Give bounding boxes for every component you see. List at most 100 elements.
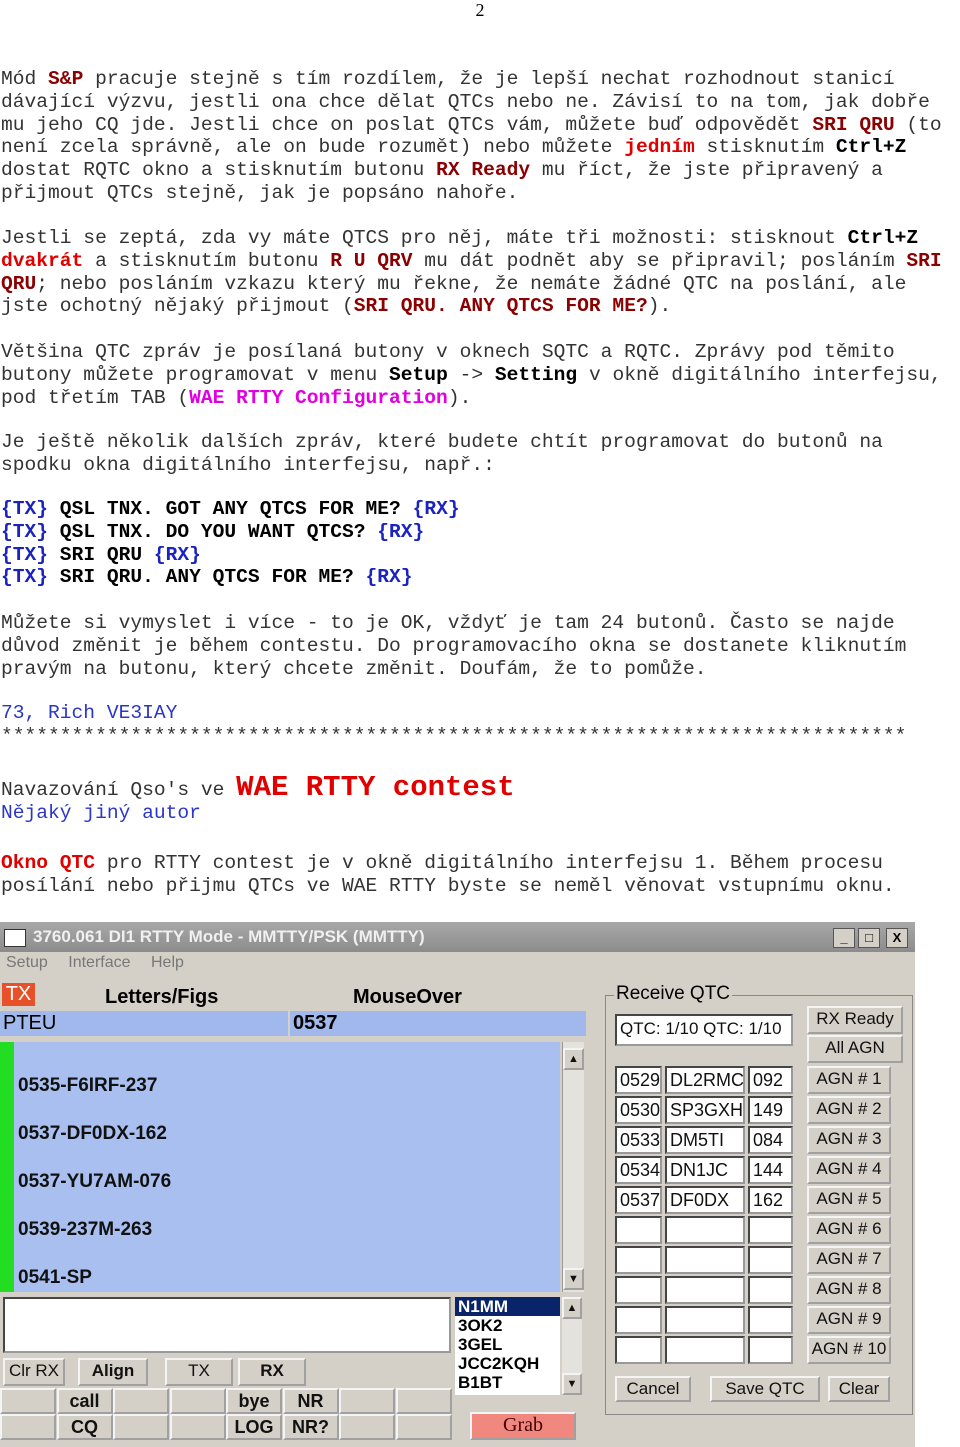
callsign-list[interactable]: N1MM 3OK2 3GEL JCC2KQH B1BT (455, 1297, 560, 1395)
menu-help[interactable]: Help (151, 954, 184, 971)
qtc-nr-field[interactable]: 092 (748, 1066, 793, 1094)
macro-button[interactable] (169, 1414, 226, 1440)
macro-button[interactable]: NR (282, 1388, 339, 1414)
qtc-nr-field[interactable]: 162 (748, 1186, 793, 1214)
macro-button[interactable] (169, 1388, 226, 1414)
rx-ready-button[interactable]: RX Ready (807, 1006, 903, 1034)
text-segment: Většina QTC zpráv je posílaná butony v o… (1, 341, 895, 363)
agn-button[interactable]: AGN # 8 (807, 1276, 891, 1304)
agn-button[interactable]: AGN # 3 (807, 1126, 891, 1154)
rx-line: 0539-237M-263 (18, 1219, 153, 1240)
macro-button[interactable] (339, 1414, 395, 1440)
qtc-time-field[interactable] (615, 1246, 662, 1274)
qtc-call-field[interactable] (665, 1276, 745, 1304)
qtc-time-field[interactable]: 0529 (615, 1066, 662, 1094)
rx-scrollbar[interactable]: ▲ ▼ (562, 1042, 584, 1292)
agn-button[interactable]: AGN # 7 (807, 1246, 891, 1274)
scroll-down-icon[interactable]: ▼ (562, 1373, 582, 1395)
text-line: dostat RQTC okno a stisknutím butonu RX … (1, 159, 942, 182)
clear-button[interactable]: Clear (828, 1376, 890, 1402)
qtc-call-field[interactable] (665, 1336, 745, 1364)
qtc-call-field[interactable]: DN1JC (665, 1156, 745, 1184)
list-scrollbar[interactable]: ▲ ▼ (562, 1297, 582, 1395)
list-item[interactable]: 3OK2 (455, 1316, 560, 1335)
save-qtc-button[interactable]: Save QTC (710, 1376, 820, 1402)
macro-button[interactable]: call (56, 1388, 113, 1414)
agn-button[interactable]: AGN # 10 (807, 1336, 891, 1364)
qtc-time-field[interactable]: 0530 (615, 1096, 662, 1124)
macro-button[interactable]: bye (226, 1388, 282, 1414)
qtc-call-field[interactable] (665, 1306, 745, 1334)
qtc-time-field[interactable] (615, 1216, 662, 1244)
call-field[interactable]: PTEU (0, 1011, 288, 1036)
qtc-call-field[interactable] (665, 1216, 745, 1244)
qtc-call-field[interactable]: DM5TI (665, 1126, 745, 1154)
agn-button[interactable]: AGN # 1 (807, 1066, 891, 1094)
list-item[interactable]: JCC2KQH (455, 1354, 560, 1373)
macro-button[interactable]: NR? (282, 1414, 339, 1440)
close-button[interactable]: X (886, 928, 908, 948)
text-segment: pravým na butonu, který chcete změnit. D… (1, 657, 707, 680)
qtc-nr-field[interactable] (748, 1336, 793, 1364)
text-line: Většina QTC zpráv je posílaná butony v o… (1, 341, 942, 364)
qtc-time-field[interactable] (615, 1276, 662, 1304)
tx-button[interactable]: TX (165, 1358, 233, 1386)
qtc-nr-field[interactable]: 149 (748, 1096, 793, 1124)
align-button[interactable]: Align (78, 1358, 148, 1386)
cancel-button[interactable]: Cancel (615, 1376, 691, 1402)
menu-setup[interactable]: Setup (6, 954, 48, 971)
qtc-time-field[interactable]: 0537 (615, 1186, 662, 1214)
qtc-nr-field[interactable] (748, 1306, 793, 1334)
qtc-call-field[interactable]: DF0DX (665, 1186, 745, 1214)
rx-text-area[interactable]: 0535-F6IRF-237 0537-DF0DX-162 0537-YU7AM… (14, 1042, 560, 1292)
menu-interface[interactable]: Interface (68, 954, 130, 971)
emphasis-text[interactable]: Nějaký jiný autor (1, 802, 201, 824)
qtc-call-field[interactable]: DL2RMC (665, 1066, 745, 1094)
scroll-up-icon[interactable]: ▲ (563, 1048, 584, 1070)
list-item[interactable]: B1BT (455, 1373, 560, 1392)
qtc-call-field[interactable]: SP3GXH (665, 1096, 745, 1124)
agn-button[interactable]: AGN # 6 (807, 1216, 891, 1244)
macro-button[interactable] (0, 1388, 56, 1414)
text-segment: ). (647, 295, 672, 318)
qtc-time-field[interactable]: 0533 (615, 1126, 662, 1154)
macro-button[interactable] (395, 1388, 452, 1414)
qtc-time-field[interactable]: 0534 (615, 1156, 662, 1184)
emphasis-text: WAE RTTY contest (236, 771, 515, 804)
macro-button[interactable] (113, 1414, 169, 1440)
qtc-time-field[interactable] (615, 1306, 662, 1334)
emphasis-text[interactable]: 73, Rich VE3IAY (1, 702, 177, 724)
text-line: posílání nebo přijmu QTCs ve WAE RTTY by… (1, 875, 895, 898)
text-line: Je ještě několik dalších zpráv, které bu… (1, 431, 883, 454)
list-item[interactable]: 3GEL (455, 1335, 560, 1354)
text-segment: mu dát podnět aby se připravil; posláním (412, 249, 907, 272)
qtc-nr-field[interactable] (748, 1216, 793, 1244)
agn-button[interactable]: AGN # 5 (807, 1186, 891, 1214)
qtc-nr-field[interactable] (748, 1246, 793, 1274)
all-agn-button[interactable]: All AGN (807, 1035, 903, 1063)
maximize-button[interactable]: □ (858, 928, 880, 948)
qtc-time-field[interactable] (615, 1336, 662, 1364)
macro-button[interactable] (395, 1414, 452, 1440)
clr-rx-button[interactable]: Clr RX (3, 1358, 65, 1386)
macro-button[interactable]: CQ (56, 1414, 113, 1440)
scroll-down-icon[interactable]: ▼ (563, 1268, 584, 1290)
macro-button[interactable] (339, 1388, 395, 1414)
agn-button[interactable]: AGN # 2 (807, 1096, 891, 1124)
agn-button[interactable]: AGN # 4 (807, 1156, 891, 1184)
scroll-up-icon[interactable]: ▲ (562, 1297, 582, 1319)
agn-button[interactable]: AGN # 9 (807, 1306, 891, 1334)
qtc-nr-field[interactable]: 084 (748, 1126, 793, 1154)
macro-button[interactable]: LOG (226, 1414, 282, 1440)
list-item-selected[interactable]: N1MM (455, 1297, 560, 1316)
qtc-nr-field[interactable] (748, 1276, 793, 1304)
grab-button[interactable]: Grab (470, 1412, 576, 1440)
qtc-nr-field[interactable]: 144 (748, 1156, 793, 1184)
tx-input[interactable] (3, 1297, 451, 1353)
text-segment: není zcela správně, ale on bude rozumět)… (1, 136, 625, 159)
qtc-call-field[interactable] (665, 1246, 745, 1274)
macro-button[interactable] (0, 1414, 56, 1440)
macro-button[interactable] (113, 1388, 169, 1414)
minimize-button[interactable]: _ (833, 928, 855, 948)
rx-button[interactable]: RX (238, 1358, 306, 1386)
